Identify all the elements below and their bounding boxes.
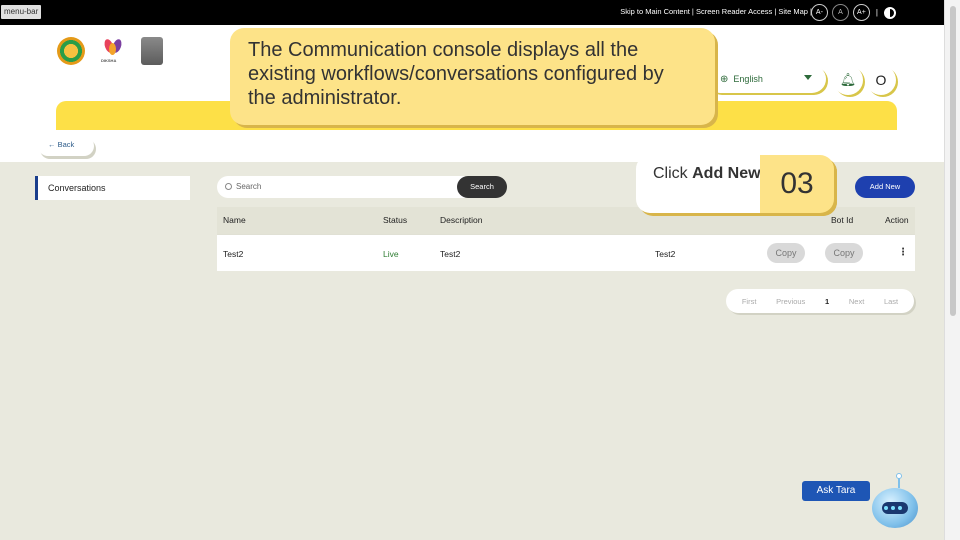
diksha-logo-text: DIKSHA (101, 58, 117, 63)
add-new-button[interactable]: Add New (855, 176, 915, 198)
language-select[interactable]: ⊕ English (706, 65, 826, 93)
font-increase-button[interactable]: A+ (852, 4, 870, 21)
font-size-controls: A- A A+ | (810, 4, 896, 21)
accessibility-links[interactable]: Skip to Main Content | Screen Reader Acc… (620, 7, 812, 16)
copy-bot-id-button[interactable]: Copy (825, 243, 863, 263)
table-row[interactable]: Test2 Live Test2 Test2 Copy Copy ⋮ (217, 234, 915, 271)
back-button[interactable]: ← Back (38, 136, 94, 156)
header-bot-id: Bot Id (831, 215, 854, 225)
top-bar: menu-bar Skip to Main Content | Screen R… (0, 0, 944, 25)
notification-bell-icon[interactable]: 🔔︎ (833, 65, 863, 95)
national-emblem-icon (141, 37, 163, 65)
language-value: English (733, 74, 763, 84)
header-name: Name (223, 215, 246, 225)
diksha-logo-icon: DIKSHA (99, 37, 127, 65)
search-icon (225, 183, 232, 190)
globe-icon: ⊕ (720, 73, 729, 85)
robot-antenna-icon (896, 473, 902, 479)
pagination-last[interactable]: Last (884, 297, 898, 306)
search-button[interactable]: Search (457, 176, 507, 198)
avatar[interactable]: O (866, 65, 896, 95)
header-action: Action (885, 215, 909, 225)
pagination-first[interactable]: First (742, 297, 757, 306)
chevron-down-icon (804, 75, 812, 80)
step-bold-text: Add New (692, 165, 761, 182)
cell-col4: Test2 (655, 249, 676, 259)
step-number: 03 (760, 155, 834, 213)
pagination-next[interactable]: Next (849, 297, 864, 306)
step-text: Click Add New (653, 165, 761, 182)
pagination: First Previous 1 Next Last (726, 289, 914, 313)
font-normal-button[interactable]: A (831, 4, 849, 21)
robot-face (882, 502, 908, 514)
font-decrease-button[interactable]: A- (810, 4, 828, 21)
kebab-menu-icon[interactable]: ⋮ (898, 247, 908, 258)
cell-name: Test2 (223, 249, 244, 259)
menu-bar-tag: menu-bar (1, 5, 42, 19)
sidebar-item-conversations[interactable]: Conversations (35, 176, 190, 200)
conversations-table: Name Status Description Bot Id Action Te… (217, 207, 915, 271)
logo-group: DIKSHA (57, 37, 163, 65)
ask-tara-button[interactable]: Ask Tara (802, 481, 870, 501)
search-input[interactable]: Search (217, 176, 465, 198)
cell-description: Test2 (440, 249, 461, 259)
chatbot-robot-icon[interactable] (872, 488, 918, 528)
search-placeholder: Search (236, 182, 262, 191)
pagination-previous[interactable]: Previous (776, 297, 805, 306)
cell-status: Live (383, 249, 399, 259)
scrollbar-thumb[interactable] (950, 6, 956, 316)
copy-button[interactable]: Copy (767, 243, 805, 263)
header-description: Description (440, 215, 483, 225)
pagination-current-page[interactable]: 1 (825, 297, 829, 306)
separator: | (875, 8, 878, 17)
header-status: Status (383, 215, 408, 225)
contrast-toggle-icon[interactable] (884, 6, 896, 19)
tamil-nadu-emblem-icon (57, 37, 85, 65)
robot-antenna-stick (898, 478, 900, 488)
scrollbar[interactable] (944, 0, 960, 540)
guide-tooltip: The Communication console displays all t… (230, 28, 715, 125)
